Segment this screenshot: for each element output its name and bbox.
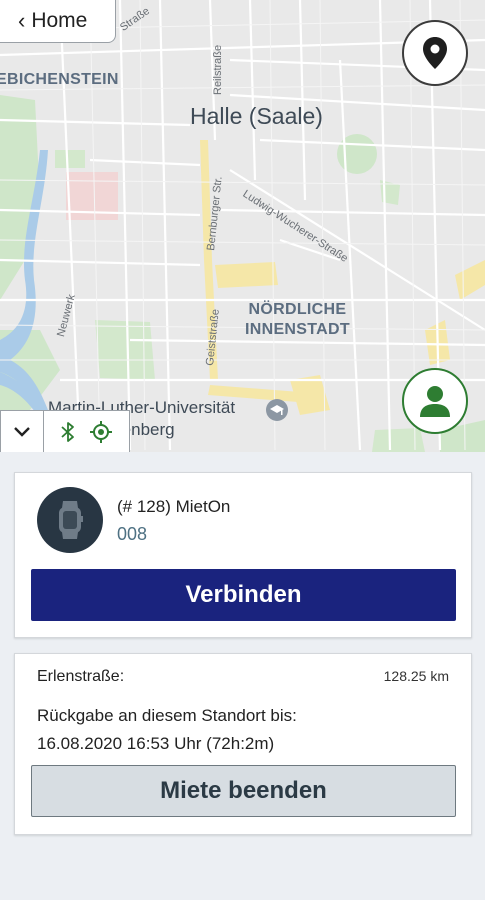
return-deadline: 16.08.2020 16:53 Uhr (72h:2m) <box>37 734 275 753</box>
gps-fixed-icon <box>89 420 112 443</box>
device-card: (# 128) MietOn 008 Verbinden <box>14 472 472 638</box>
rental-distance: 128.25 km <box>383 668 449 684</box>
map-district-line2: INNENSTADT <box>245 321 350 338</box>
chevron-down-icon <box>14 426 30 437</box>
home-button[interactable]: ‹ Home <box>0 0 116 43</box>
rental-street: Erlenstraße: <box>37 668 125 685</box>
device-number: 008 <box>117 524 148 544</box>
collapse-panel-button[interactable] <box>0 410 44 452</box>
return-info-label: Rückgabe an diesem Standort bis: <box>37 706 297 725</box>
end-rental-button[interactable]: Miete beenden <box>31 765 456 817</box>
connect-button[interactable]: Verbinden <box>31 569 456 621</box>
map-street-label: Reilstraße <box>212 44 224 95</box>
chevron-left-icon: ‹ <box>18 8 26 33</box>
map-district-line1: NÖRDLICHE <box>248 301 347 318</box>
panel-tab-strip <box>0 410 130 452</box>
profile-button[interactable] <box>402 368 468 434</box>
watch-icon <box>59 501 83 539</box>
rental-card: Erlenstraße: 128.25 km Rückgabe an diese… <box>14 653 472 835</box>
person-icon <box>420 386 450 417</box>
device-avatar <box>37 487 103 553</box>
device-title: (# 128) MietOn <box>117 497 231 516</box>
bluetooth-icon <box>60 421 74 442</box>
map-pin-icon <box>423 37 447 69</box>
map-district-label: EBICHENSTEIN <box>0 71 119 88</box>
connection-status-tab <box>44 410 130 452</box>
map-view[interactable]: Halle (Saale) EBICHENSTEIN NÖRDLICHE INN… <box>0 0 485 452</box>
home-button-label: Home <box>31 9 88 32</box>
map-city-label: Halle (Saale) <box>190 103 323 129</box>
map-district-label-center: NÖRDLICHE INNENSTADT <box>245 300 350 340</box>
location-button[interactable] <box>402 20 468 86</box>
